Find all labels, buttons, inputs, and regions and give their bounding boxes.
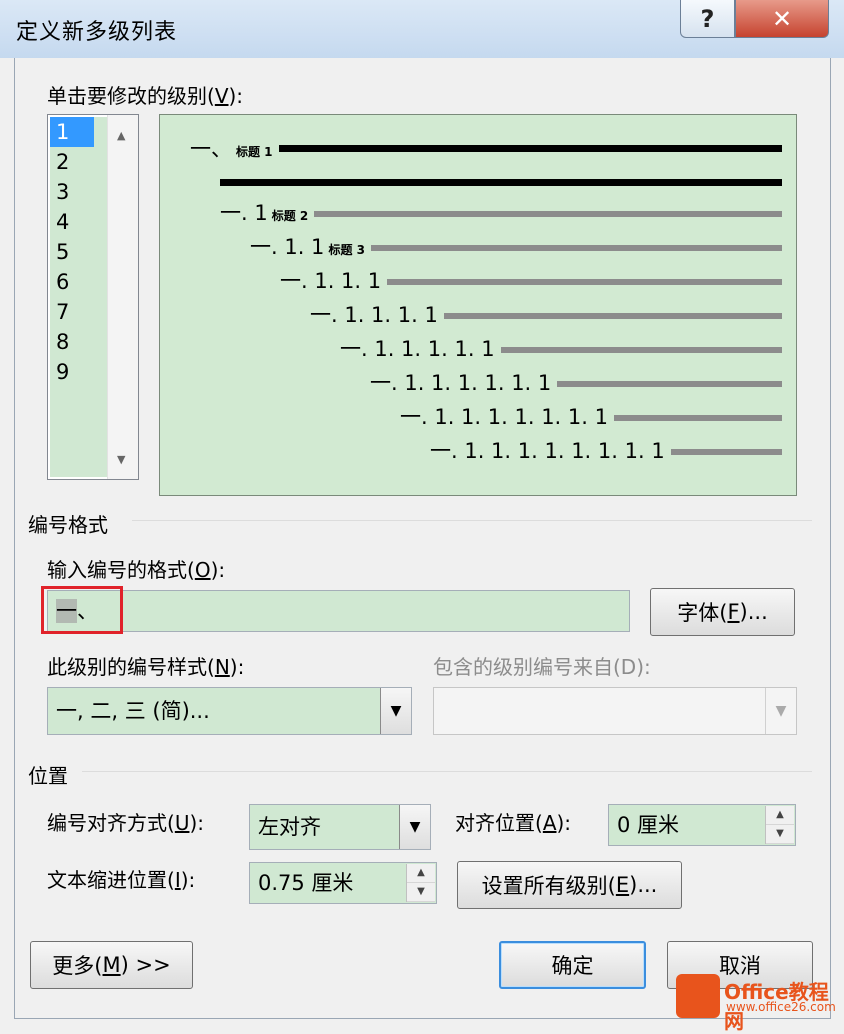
text-indent-value: 0.75 厘米 [258, 871, 354, 895]
preview-number: 一. 1. 1. 1. 1. 1. 1. 1 [400, 405, 608, 429]
help-button[interactable]: ? [680, 0, 735, 38]
format-input-label: 输入编号的格式(O): [47, 558, 226, 582]
level-list-scrollbar[interactable]: ▲ ▼ [107, 115, 138, 479]
number-align-value: 左对齐 [258, 815, 321, 839]
preview-line-bar [371, 245, 782, 251]
level-list-items: 123456789 [50, 117, 108, 477]
level-list-label: 单击要修改的级别(V): [47, 84, 244, 108]
preview-line: 一. 1. 1. 1 [160, 269, 798, 293]
spin-down-icon[interactable]: ▼ [766, 825, 794, 844]
preview-line-bar [279, 145, 782, 152]
number-style-value: 一, 二, 三 (简)... [56, 699, 210, 723]
level-list-item[interactable]: 4 [50, 207, 108, 237]
include-level-label: 包含的级别编号来自(D): [433, 655, 651, 679]
preview-line-bar [387, 279, 782, 285]
preview-line: 一. 1. 1 标题 3 [160, 235, 798, 259]
align-at-value: 0 厘米 [617, 813, 680, 837]
include-level-dropdown: ▼ [433, 687, 797, 735]
font-button[interactable]: 字体(F)... [650, 588, 795, 636]
preview-pane: 一、 标题 1 一. 1 标题 2 一. 1. 1 标题 3 一. 1. 1. 1 一. 1.… [159, 114, 797, 496]
preview-number: 一. 1. 1 标题 3 [250, 235, 365, 259]
chevron-down-icon: ▼ [765, 688, 796, 734]
preview-number: 一. 1. 1. 1. 1 [310, 303, 438, 327]
office-logo-icon [676, 974, 720, 1018]
level-list-item[interactable]: 1 [50, 117, 94, 147]
preview-line: 一. 1 标题 2 [160, 201, 798, 225]
number-format-section-title: 编号格式 [28, 513, 108, 537]
section-divider [132, 520, 812, 521]
chevron-down-icon[interactable]: ▼ [399, 805, 430, 849]
chevron-down-icon[interactable]: ▼ [380, 688, 411, 734]
preview-line: 一. 1. 1. 1. 1. 1. 1. 1. 1 [160, 439, 798, 463]
preview-number: 一. 1. 1. 1. 1. 1 [340, 337, 495, 361]
number-align-dropdown[interactable]: 左对齐 ▼ [249, 804, 431, 850]
more-button[interactable]: 更多(M) >> [30, 941, 193, 989]
text-indent-label: 文本缩进位置(I): [47, 868, 196, 892]
level-list[interactable]: 123456789 ▲ ▼ [47, 114, 139, 480]
position-section-title: 位置 [28, 764, 68, 788]
preview-number: 一. 1 标题 2 [220, 201, 309, 225]
number-style-dropdown[interactable]: 一, 二, 三 (简)... ▼ [47, 687, 412, 735]
section-divider [82, 771, 812, 772]
level-list-item[interactable]: 8 [50, 327, 108, 357]
window-title: 定义新多级列表 [16, 20, 178, 45]
level-list-item[interactable]: 7 [50, 297, 108, 327]
spin-down-icon[interactable]: ▼ [407, 883, 435, 902]
scroll-down-icon[interactable]: ▼ [117, 453, 125, 466]
level-list-item[interactable]: 3 [50, 177, 108, 207]
preview-number: 一. 1. 1. 1. 1. 1. 1. 1. 1 [430, 439, 665, 463]
close-button[interactable]: ✕ [735, 0, 829, 38]
title-bar: 定义新多级列表 ? ✕ [0, 0, 844, 58]
preview-style-tag: 标题 2 [271, 209, 309, 223]
spinner-control[interactable]: ▲ ▼ [406, 864, 435, 902]
preview-line: 一. 1. 1. 1. 1 [160, 303, 798, 327]
spinner-control[interactable]: ▲ ▼ [765, 806, 794, 844]
preview-line: 一. 1. 1. 1. 1. 1 [160, 337, 798, 361]
preview-number: 一. 1. 1. 1 [280, 269, 382, 293]
preview-line: 一. 1. 1. 1. 1. 1. 1 [160, 371, 798, 395]
watermark-url: www.office26.com [726, 1000, 836, 1014]
preview-line: 一、 标题 1 [160, 137, 798, 161]
preview-line-bar [501, 347, 782, 353]
level-list-item[interactable]: 2 [50, 147, 108, 177]
preview-line-bar [314, 211, 782, 217]
level-list-item[interactable]: 6 [50, 267, 108, 297]
scroll-up-icon[interactable]: ▲ [117, 129, 125, 142]
preview-line: 一. 1. 1. 1. 1. 1. 1. 1 [160, 405, 798, 429]
level-list-item[interactable]: 5 [50, 237, 108, 267]
preview-line-bar [614, 415, 782, 421]
highlight-box [41, 586, 123, 634]
preview-number: 一. 1. 1. 1. 1. 1. 1 [370, 371, 552, 395]
number-format-input[interactable]: 一、 [47, 590, 630, 632]
preview-line-bar [557, 381, 782, 387]
preview-number: 一、 标题 1 [190, 137, 273, 161]
number-style-label: 此级别的编号样式(N): [47, 655, 245, 679]
preview-line-bar [220, 179, 782, 186]
preview-line-bar [444, 313, 782, 319]
preview-line-bar [671, 449, 782, 455]
preview-style-tag: 标题 3 [328, 243, 365, 257]
number-align-label: 编号对齐方式(U): [47, 811, 204, 835]
align-at-spinner[interactable]: 0 厘米 ▲ ▼ [608, 804, 796, 846]
align-at-label: 对齐位置(A): [455, 811, 572, 835]
ok-button[interactable]: 确定 [499, 941, 646, 989]
preview-style-tag: 标题 1 [236, 145, 273, 159]
level-list-item[interactable]: 9 [50, 357, 108, 387]
text-indent-spinner[interactable]: 0.75 厘米 ▲ ▼ [249, 862, 437, 904]
set-all-levels-button[interactable]: 设置所有级别(E)... [457, 861, 682, 909]
preview-line [160, 171, 798, 195]
